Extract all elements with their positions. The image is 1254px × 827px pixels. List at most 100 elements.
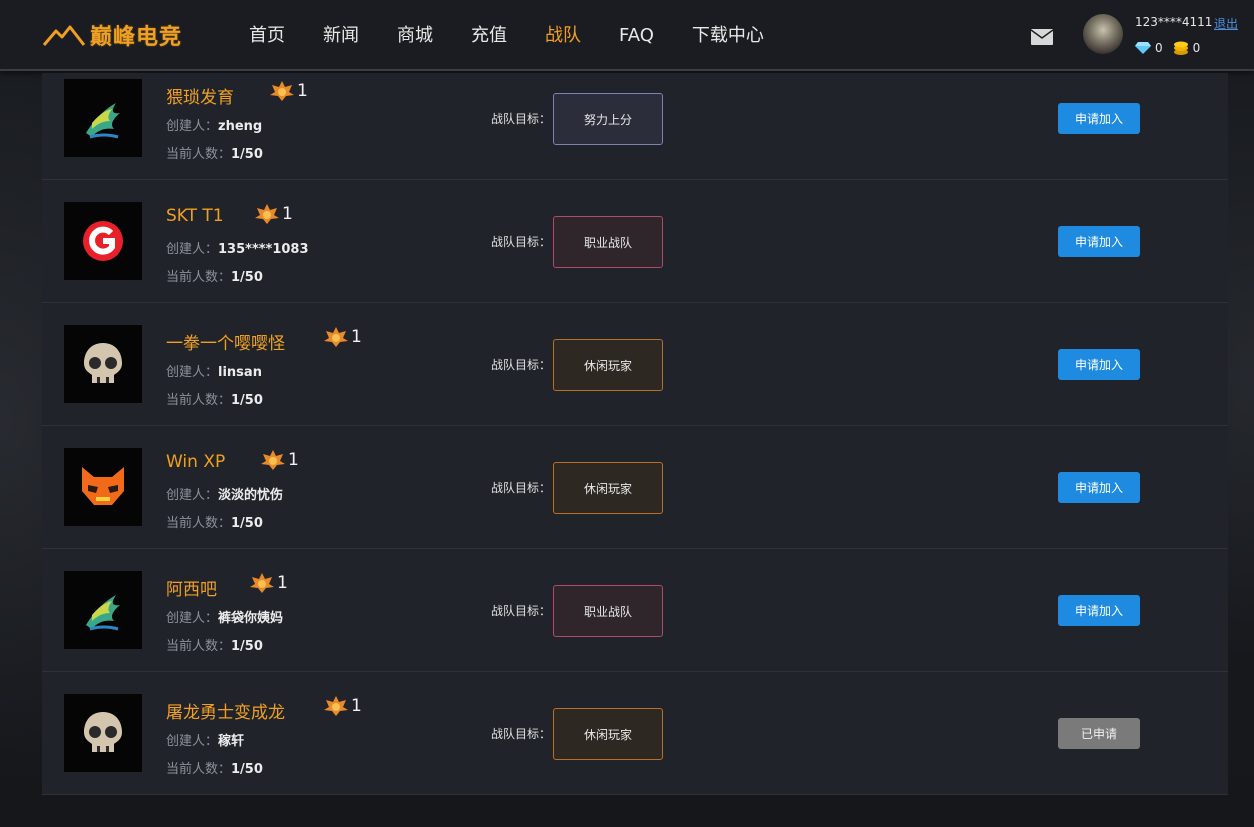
user-name[interactable]: 123****4111: [1135, 15, 1212, 29]
goal-badge: 职业战队: [553, 216, 663, 268]
team-creator: 创建人：zheng: [166, 115, 262, 134]
creator-value: 裤袋你姨妈: [218, 611, 284, 626]
team-members: 当前人数：1/50: [166, 389, 263, 408]
join-team-button[interactable]: 申请加入: [1058, 226, 1140, 257]
team-rank-value: 1: [282, 204, 293, 224]
team-members: 当前人数：1/50: [166, 635, 263, 654]
join-team-button[interactable]: 申请加入: [1058, 103, 1140, 134]
join-team-button[interactable]: 申请加入: [1058, 472, 1140, 503]
members-value: 1/50: [231, 639, 263, 654]
goal-badge: 职业战队: [553, 585, 663, 637]
team-rank-value: 1: [351, 327, 362, 347]
members-label: 当前人数：: [166, 393, 232, 408]
team-logo[interactable]: [64, 571, 142, 649]
members-value: 1/50: [231, 270, 263, 285]
nav-item-download[interactable]: 下载中心: [692, 24, 764, 48]
nav-item-faq[interactable]: FAQ: [619, 24, 654, 48]
team-rank-value: 1: [288, 450, 299, 470]
team-name[interactable]: 阿西吧: [166, 575, 217, 600]
team-creator: 创建人：裤袋你姨妈: [166, 607, 283, 626]
team-row: SKT T1 1 创建人：135****1083 当前人数：1/50 战队目标：…: [42, 180, 1228, 303]
coin-icon: [1173, 41, 1188, 55]
skull-logo-icon: [84, 712, 122, 752]
creator-label: 创建人：: [166, 119, 219, 134]
creator-label: 创建人：: [166, 734, 219, 749]
nav-item-recharge[interactable]: 充值: [471, 24, 507, 48]
team-logo[interactable]: [64, 448, 142, 526]
dragon-logo-icon: [86, 595, 120, 631]
team-rank-value: 1: [351, 696, 362, 716]
rank-badge-icon: [270, 81, 294, 101]
team-rank: 1: [270, 81, 308, 101]
goal-label: 战队目标：: [491, 481, 552, 495]
creator-label: 创建人：: [166, 488, 219, 503]
site-logo[interactable]: 巅峰电竞: [42, 18, 182, 52]
team-logo[interactable]: [64, 325, 142, 403]
team-name[interactable]: 屠龙勇士变成龙: [166, 698, 285, 723]
join-team-button[interactable]: 申请加入: [1058, 349, 1140, 380]
g-logo-icon: [83, 221, 123, 261]
members-label: 当前人数：: [166, 270, 232, 285]
user-avatar[interactable]: [1083, 14, 1123, 54]
join-team-button[interactable]: 申请加入: [1058, 595, 1140, 626]
team-logo[interactable]: [64, 202, 142, 280]
team-rank: 1: [255, 204, 293, 224]
nav-item-home[interactable]: 首页: [249, 24, 285, 48]
team-row: Win XP 1 创建人：淡淡的忧伤 当前人数：1/50 战队目标： 休闲玩家 …: [42, 426, 1228, 549]
nav-item-shop[interactable]: 商城: [397, 24, 433, 48]
team-rank: 1: [261, 450, 299, 470]
currency-bar: 0 0: [1135, 41, 1210, 55]
team-rank-value: 1: [277, 573, 288, 593]
creator-label: 创建人：: [166, 365, 219, 380]
team-row: 猥琐发育 1 创建人：zheng 当前人数：1/50 战队目标： 努力上分 申请…: [42, 73, 1228, 180]
team-creator: 创建人：淡淡的忧伤: [166, 484, 283, 503]
team-logo[interactable]: [64, 79, 142, 157]
coin-count: 0: [1192, 41, 1201, 55]
main-nav: 首页 新闻 商城 充值 战队 FAQ 下载中心: [249, 24, 802, 48]
mountain-logo-icon: [42, 25, 86, 46]
goal-label: 战队目标：: [491, 727, 552, 741]
creator-value: zheng: [218, 119, 263, 134]
team-members: 当前人数：1/50: [166, 758, 263, 777]
team-list: 猥琐发育 1 创建人：zheng 当前人数：1/50 战队目标： 努力上分 申请…: [42, 73, 1228, 795]
team-name[interactable]: 一拳一个嘤嘤怪: [166, 329, 285, 354]
team-creator: 创建人：稼轩: [166, 730, 244, 749]
team-row: 一拳一个嘤嘤怪 1 创建人：linsan 当前人数：1/50 战队目标： 休闲玩…: [42, 303, 1228, 426]
nav-item-news[interactable]: 新闻: [323, 24, 359, 48]
rank-badge-icon: [250, 573, 274, 593]
goal-label: 战队目标：: [491, 358, 552, 372]
creator-value: 135****1083: [218, 242, 309, 257]
team-row: 阿西吧 1 创建人：裤袋你姨妈 当前人数：1/50 战队目标： 职业战队 申请加…: [42, 549, 1228, 672]
members-label: 当前人数：: [166, 516, 232, 531]
members-label: 当前人数：: [166, 147, 232, 162]
team-name[interactable]: SKT T1: [166, 206, 224, 226]
team-rank: 1: [324, 327, 362, 347]
creator-label: 创建人：: [166, 611, 219, 626]
members-value: 1/50: [231, 762, 263, 777]
cat-logo-icon: [82, 467, 124, 505]
team-members: 当前人数：1/50: [166, 512, 263, 531]
team-creator: 创建人：135****1083: [166, 238, 309, 257]
team-logo[interactable]: [64, 694, 142, 772]
goal-label: 战队目标：: [491, 604, 552, 618]
creator-value: linsan: [218, 365, 262, 380]
goal-label: 战队目标：: [491, 235, 552, 249]
members-value: 1/50: [231, 393, 263, 408]
team-rank: 1: [250, 573, 288, 593]
team-rank: 1: [324, 696, 362, 716]
team-name[interactable]: Win XP: [166, 452, 225, 472]
diamond-icon: [1135, 42, 1151, 54]
team-name[interactable]: 猥琐发育: [166, 83, 234, 108]
team-rank-value: 1: [297, 81, 308, 101]
members-label: 当前人数：: [166, 762, 232, 777]
creator-label: 创建人：: [166, 242, 219, 257]
applied-button[interactable]: 已申请: [1058, 718, 1140, 749]
nav-item-team[interactable]: 战队: [545, 24, 581, 48]
team-members: 当前人数：1/50: [166, 266, 263, 285]
logout-link[interactable]: 退出: [1214, 15, 1238, 32]
diamond-count: 0: [1155, 41, 1163, 55]
rank-badge-icon: [324, 327, 348, 347]
mail-icon[interactable]: [1031, 29, 1053, 45]
rank-badge-icon: [261, 450, 285, 470]
team-creator: 创建人：linsan: [166, 361, 262, 380]
